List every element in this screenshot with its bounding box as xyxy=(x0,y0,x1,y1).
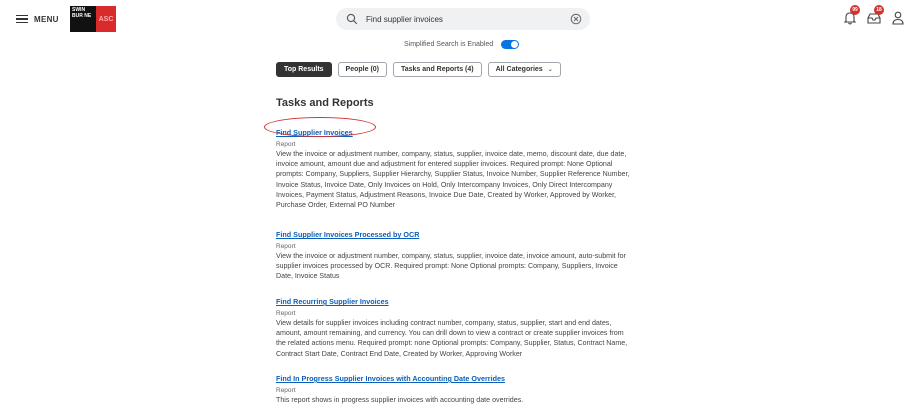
result-title-link[interactable]: Find In Progress Supplier Invoices with … xyxy=(276,374,505,384)
search-bar[interactable] xyxy=(336,8,590,30)
result-description: View the invoice or adjustment number, c… xyxy=(276,252,626,281)
simplified-search-toggle[interactable] xyxy=(501,39,520,49)
result-description: View details for supplier invoices inclu… xyxy=(276,319,628,358)
notifications-button[interactable]: 99 xyxy=(842,5,860,26)
result-description: View the invoice or adjustment number, c… xyxy=(276,150,630,210)
logo-accent: ASC xyxy=(96,6,116,32)
hamburger-icon xyxy=(16,14,28,24)
menu-button[interactable]: MENU xyxy=(16,12,59,26)
result-item: Find Supplier Invoices Processed by OCR … xyxy=(276,224,632,282)
result-description: This report shows in progress supplier i… xyxy=(276,396,524,404)
tab-all-categories[interactable]: All Categories ⌄ xyxy=(487,62,561,77)
search-icon xyxy=(346,13,358,25)
result-type: Report xyxy=(276,243,296,250)
result-item: Find Supplier Invoices Report View the i… xyxy=(264,117,632,210)
result-title-link[interactable]: Find Supplier Invoices xyxy=(276,128,353,138)
result-item: Find Recurring Supplier Invoices Report … xyxy=(276,291,632,359)
simplified-search-toggle-row: Simplified Search is Enabled xyxy=(404,38,520,50)
company-logo[interactable]: SWIN BUR NE ASC xyxy=(70,6,116,32)
simplified-search-label: Simplified Search is Enabled xyxy=(404,40,494,48)
clear-search-icon[interactable] xyxy=(570,13,582,25)
result-item: Find In Progress Supplier Invoices with … xyxy=(276,368,632,405)
search-category-tabs: Top Results People (0) Tasks and Reports… xyxy=(276,62,561,77)
toggle-knob xyxy=(511,40,519,48)
tab-top-results[interactable]: Top Results xyxy=(276,62,332,77)
tab-people[interactable]: People (0) xyxy=(337,62,387,77)
tab-label: Top Results xyxy=(284,66,324,73)
logo-wordmark: SWIN BUR NE xyxy=(70,6,96,32)
tab-label: People (0) xyxy=(345,66,379,73)
menu-label: MENU xyxy=(34,14,59,24)
top-header: MENU SWIN BUR NE ASC 99 18 xyxy=(0,0,906,38)
user-icon[interactable] xyxy=(892,11,904,25)
chevron-down-icon: ⌄ xyxy=(547,67,553,73)
tab-label: All Categories xyxy=(495,66,543,73)
result-title-link[interactable]: Find Supplier Invoices Processed by OCR xyxy=(276,230,419,240)
result-type: Report xyxy=(276,310,296,317)
tab-label: Tasks and Reports (4) xyxy=(401,66,474,73)
notifications-badge: 99 xyxy=(850,5,860,15)
search-input[interactable] xyxy=(366,12,556,26)
section-title: Tasks and Reports xyxy=(276,97,374,109)
inbox-badge: 18 xyxy=(874,5,884,15)
result-title-link[interactable]: Find Recurring Supplier Invoices xyxy=(276,297,389,307)
inbox-button[interactable]: 18 xyxy=(866,5,884,26)
result-type: Report xyxy=(276,141,296,148)
result-type: Report xyxy=(276,387,296,394)
tab-tasks-and-reports[interactable]: Tasks and Reports (4) xyxy=(393,62,482,77)
